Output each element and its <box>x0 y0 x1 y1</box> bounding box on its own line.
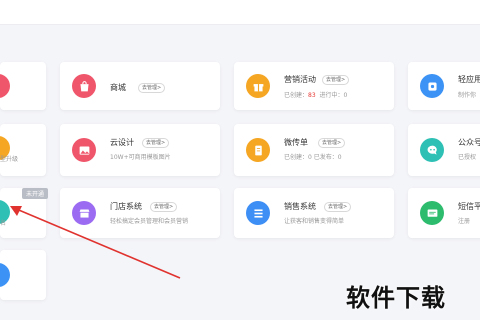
in-progress-count: 进行中：0 <box>319 92 348 99</box>
card-weichuandan-desc: 已创建：0 已发布：0 <box>284 154 342 161</box>
card-cloud-design-desc: 10W+可商用模板图片 <box>110 154 171 161</box>
list-icon <box>246 201 270 225</box>
store-icon <box>72 201 96 225</box>
created-count: 83 <box>308 92 316 99</box>
card-light-app-title: 轻应用 <box>458 75 480 84</box>
card-public-account[interactable]: 公众号 已授权 <box>408 124 480 176</box>
card-store-system-manage-button[interactable]: 去管理> <box>150 202 178 212</box>
left-card-1[interactable] <box>0 62 46 110</box>
card-public-account-desc: 已授权 <box>458 154 477 161</box>
card-store-system-title: 门店系统 <box>110 202 142 211</box>
card-store-system[interactable]: 门店系统 去管理> 轻松搞定会员管理和会员营销 <box>60 188 220 238</box>
left-card-2-desc: 型升级 <box>0 156 19 163</box>
app-icon <box>420 74 444 98</box>
left-card-3-desc: 名 <box>0 220 7 227</box>
card-marketing-manage-button[interactable]: 去管理> <box>322 75 350 85</box>
watermark-text: 软件下载 <box>346 284 446 312</box>
top-bar <box>0 0 480 25</box>
message-icon <box>420 201 444 225</box>
card-sms-title: 短信平 <box>458 202 480 211</box>
document-icon <box>246 138 270 162</box>
not-activated-badge: 未开通 <box>22 188 49 199</box>
card-light-app[interactable]: 轻应用 制作你 <box>408 62 480 110</box>
left-card-1-icon <box>0 74 10 98</box>
image-icon <box>72 138 96 162</box>
card-mall[interactable]: 商城 去管理> <box>60 62 220 110</box>
gift-icon <box>246 74 270 98</box>
card-sales-system-manage-button[interactable]: 去管理> <box>324 202 352 212</box>
card-weichuandan[interactable]: 微传单 去管理> 已创建：0 已发布：0 <box>234 124 394 176</box>
card-cloud-design-manage-button[interactable]: 去管理> <box>142 138 170 148</box>
left-card-4-icon <box>0 263 10 287</box>
card-store-system-desc: 轻松搞定会员管理和会员营销 <box>110 218 189 225</box>
card-weichuandan-manage-button[interactable]: 去管理> <box>318 138 346 148</box>
left-card-2[interactable]: 型升级 <box>0 124 46 176</box>
card-light-app-desc: 制作你 <box>458 92 477 99</box>
card-marketing-stats: 已创建：83 进行中：0 <box>284 90 347 99</box>
card-mall-title: 商城 <box>110 83 126 92</box>
card-mall-manage-button[interactable]: 去管理> <box>138 83 166 93</box>
card-weichuandan-title: 微传单 <box>284 138 308 147</box>
card-cloud-design-title: 云设计 <box>110 138 134 147</box>
left-card-4[interactable] <box>0 250 46 300</box>
card-sales-system-desc: 让获客和销售变得简单 <box>284 218 345 225</box>
card-marketing[interactable]: 营销活动 去管理> 已创建：83 进行中：0 <box>234 62 394 110</box>
card-sms[interactable]: 短信平 注册 <box>408 188 480 238</box>
card-sales-system[interactable]: 销售系统 去管理> 让获客和销售变得简单 <box>234 188 394 238</box>
card-public-account-title: 公众号 <box>458 138 480 147</box>
card-marketing-title: 营销活动 <box>284 75 316 84</box>
card-sms-desc: 注册 <box>458 218 471 225</box>
created-label: 已创建： <box>284 92 309 99</box>
card-sales-system-title: 销售系统 <box>284 202 316 211</box>
card-cloud-design[interactable]: 云设计 去管理> 10W+可商用模板图片 <box>60 124 220 176</box>
chat-icon <box>420 138 444 162</box>
bag-icon <box>72 74 96 98</box>
